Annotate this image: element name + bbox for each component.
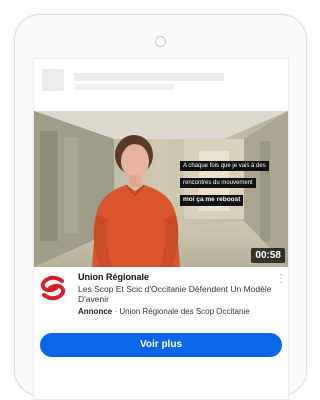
advertiser-name[interactable]: Union Régionale [78,272,274,282]
caption-line-2: rencontres du mouvement [180,178,256,188]
ad-sponsor-line: Annonce · Union Régionale des Scop Occit… [78,307,274,316]
video-caption: A chaque fois que je vais à des rencontr… [180,155,269,207]
phone-frame: A chaque fois que je vais à des rencontr… [14,14,307,400]
ad-headline[interactable]: Les Scop Et Scic d'Occitanie Défendent U… [78,284,274,304]
more-options-icon[interactable]: · · · [278,270,284,288]
caption-line-3: moi ça me reboost [180,195,244,206]
camera-icon [155,36,166,47]
ad-info: Union Régionale Les Scop Et Scic d'Occit… [34,269,288,331]
avatar-placeholder [42,69,64,91]
voir-plus-button[interactable]: Voir plus [40,333,282,357]
sponsored-label: Annonce [78,307,113,316]
advertiser-logo-icon[interactable] [40,275,66,301]
caption-line-1: A chaque fois que je vais à des [180,161,269,171]
header-placeholder [42,69,282,93]
sponsor-name: Union Régionale des Scop Occitanie [119,307,250,316]
text-placeholder-secondary [74,84,174,90]
video-duration-badge: 00:58 [251,248,285,263]
video-player[interactable]: A chaque fois que je vais à des rencontr… [34,111,288,267]
text-placeholder [74,73,224,81]
ad-text-block: Union Régionale Les Scop Et Scic d'Occit… [78,272,274,316]
ad-card: A chaque fois que je vais à des rencontr… [33,58,289,400]
